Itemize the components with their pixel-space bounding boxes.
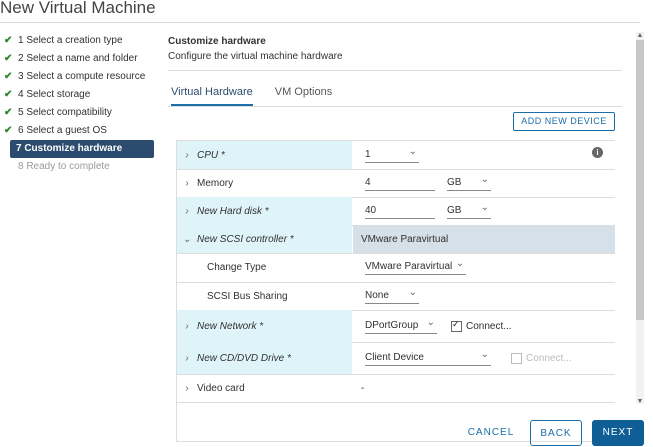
chevron-right-icon[interactable]: ›: [177, 353, 197, 364]
memory-row: › Memory 4 GB: [177, 169, 615, 198]
cancel-button[interactable]: CANCEL: [465, 420, 517, 446]
memory-input[interactable]: 4: [365, 176, 435, 191]
network-select[interactable]: DPortGroup: [365, 316, 437, 334]
header-divider: [168, 70, 622, 71]
step-2[interactable]: ✔ 2 Select a name and folder: [0, 50, 158, 68]
next-button[interactable]: NEXT: [592, 420, 644, 446]
chevron-right-icon[interactable]: ›: [177, 206, 197, 217]
scroll-up-icon[interactable]: ▲: [636, 32, 644, 39]
checkbox-checked-icon: [451, 319, 462, 332]
wizard-steps: ✔ 1 Select a creation type ✔ 2 Select a na…: [0, 32, 158, 176]
window-title: New Virtual Machine: [0, 0, 156, 17]
scroll-down-icon[interactable]: ▼: [636, 398, 644, 405]
video-card-value: -: [361, 382, 365, 394]
hard-disk-row: › New Hard disk * 40 GB: [177, 197, 615, 226]
cpu-row: ›CPU * 1 i: [177, 141, 615, 170]
step-5[interactable]: ✔ 5 Select compatibility: [0, 104, 158, 122]
step-3[interactable]: ✔ 3 Select a compute resource: [0, 68, 158, 86]
tab-bar: Virtual Hardware VM Options: [171, 86, 354, 106]
main-content: Customize hardware Configure the virtual…: [158, 32, 653, 447]
video-card-row: › Video card -: [177, 374, 615, 403]
chevron-right-icon[interactable]: ›: [177, 150, 197, 161]
page-subtitle: Configure the virtual machine hardware: [168, 51, 343, 62]
cd-connect-checkbox: Connect...: [511, 352, 572, 364]
tab-vm-options[interactable]: VM Options: [275, 86, 332, 106]
tab-virtual-hardware[interactable]: Virtual Hardware: [171, 86, 253, 106]
scsi-type-value: VMware Paravirtual: [361, 233, 449, 245]
step-6[interactable]: ✔ 6 Select a guest OS: [0, 122, 158, 140]
title-divider: [0, 22, 640, 23]
chevron-down-icon[interactable]: ⌄: [177, 234, 197, 245]
info-icon[interactable]: i: [592, 147, 603, 158]
cpu-count-select[interactable]: 1: [365, 145, 419, 163]
back-button[interactable]: BACK: [530, 420, 582, 446]
page-title: Customize hardware: [168, 36, 266, 47]
bus-sharing-row: SCSI Bus Sharing None: [177, 282, 615, 311]
step-4[interactable]: ✔ 4 Select storage: [0, 86, 158, 104]
check-icon: ✔: [4, 89, 13, 100]
step-8: 8 Ready to complete: [18, 161, 110, 172]
hardware-grid: ›CPU * 1 i ›Memory 4 GB ›New Hard disk *…: [176, 140, 615, 442]
scsi-controller-row: ⌄ New SCSI controller * VMware Paravirtua…: [177, 225, 615, 254]
step-7-active[interactable]: 7 Customize hardware: [10, 140, 154, 158]
disk-unit-select[interactable]: GB: [447, 201, 491, 219]
check-icon: ✔: [4, 125, 13, 136]
scrollbar-thumb[interactable]: [636, 40, 644, 320]
check-icon: ✔: [4, 71, 13, 82]
disk-size-input[interactable]: 40: [365, 204, 435, 219]
check-icon: ✔: [4, 107, 13, 118]
tabs-divider: [168, 106, 622, 107]
chevron-right-icon[interactable]: ›: [177, 383, 197, 394]
step-1[interactable]: ✔ 1 Select a creation type: [0, 32, 158, 50]
change-type-select[interactable]: VMware Paravirtual: [365, 257, 467, 275]
check-icon: ✔: [4, 35, 13, 46]
cd-dvd-select[interactable]: Client Device: [365, 348, 491, 366]
checkbox-unchecked-icon: [511, 352, 522, 364]
bus-sharing-select[interactable]: None: [365, 286, 419, 304]
change-type-row: Change Type VMware Paravirtual: [177, 253, 615, 283]
add-new-device-button[interactable]: ADD NEW DEVICE: [513, 112, 615, 131]
memory-unit-select[interactable]: GB: [447, 173, 491, 191]
network-connect-checkbox[interactable]: Connect...: [451, 319, 512, 332]
cd-dvd-row: ›New CD/DVD Drive * Client Device Connec…: [177, 342, 615, 375]
chevron-right-icon[interactable]: ›: [177, 178, 197, 189]
network-row: ›New Network * DPortGroup Connect...: [177, 310, 615, 343]
check-icon: ✔: [4, 53, 13, 64]
chevron-right-icon[interactable]: ›: [177, 321, 197, 332]
